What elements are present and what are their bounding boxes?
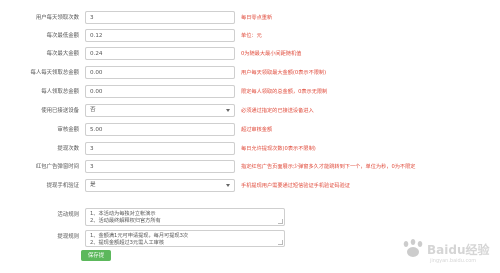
form-row: 每次最大金额 0为随最大最小间距随机值: [0, 47, 500, 61]
value-input[interactable]: [85, 160, 235, 173]
select-dropdown[interactable]: 是: [85, 179, 235, 192]
form-row: 每人每天领取总金额 用户每天领取最大金额(0表示不限制): [0, 66, 500, 80]
baidu-jingyan-watermark-logo: Baidu经验 jingyan.baidu.com: [403, 239, 490, 264]
save-submit-button[interactable]: 保存提交: [81, 250, 111, 270]
select-dropdown[interactable]: 否: [85, 104, 235, 117]
field-hint: 手机提现用户需要通过短信验证手机验证码验证: [241, 183, 350, 189]
resize-grip-icon[interactable]: [278, 219, 283, 224]
field-label: 每人领取总金额: [41, 89, 79, 95]
field-hint: 必须通过指定的已接送设备进入: [241, 108, 314, 114]
form-row: 每人领取总金额 限定每人领取的总金额，0表示无限制: [0, 85, 500, 99]
watermark-text: Baidu经验: [427, 242, 490, 257]
rules-line-2: 2、活动最终解释权归官方所有: [90, 218, 161, 224]
rules-textarea[interactable]: 1、本活动为每独对立帐演示 2、活动最终解释权归官方所有: [85, 208, 285, 226]
form-row: 使用已接送设备 否 必须通过指定的已接送设备进入: [0, 104, 500, 118]
form-row: 每次最低金额 单位：元: [0, 29, 500, 43]
field-label: 审核金额: [57, 127, 79, 133]
rules-row: 活动规则 1、本活动为每独对立帐演示 2、活动最终解释权归官方所有: [0, 208, 500, 226]
field-hint: 单位：元: [241, 33, 262, 39]
withdraw-rules-label: 提现规则: [57, 234, 79, 240]
field-hint: 每日允许提现次数(0表示不限制): [241, 146, 316, 152]
field-label: 每人每天领取总金额: [30, 70, 79, 76]
field-label: 提现次数: [57, 146, 79, 152]
field-hint: 限定每人领取的总金额，0表示无限制: [241, 89, 328, 95]
select-value: 是: [90, 182, 96, 188]
form-row: 红包广告弹窗时间 指定红包广告页面展示少弹窗多久才能跳转到下一个，单位为秒，0为不…: [0, 160, 500, 174]
value-input[interactable]: [85, 29, 235, 42]
field-hint: 每日零点重新: [241, 15, 273, 21]
field-hint: 超过审核金额: [241, 127, 273, 133]
field-hint: 用户每天领取最大金额(0表示不限制): [241, 70, 327, 76]
value-input[interactable]: [85, 85, 235, 98]
withdraw-rules-textarea[interactable]: 1、金额满1元可申请提现，每月可提现3次 2、提现金额超过3元需人工审核: [85, 230, 285, 247]
chevron-down-icon: [226, 109, 230, 112]
field-label: 使用已接送设备: [41, 108, 79, 114]
field-label: 用户每天领取次数: [35, 15, 79, 21]
rules-label: 活动规则: [57, 212, 79, 218]
field-label: 提现手机验证: [46, 183, 79, 189]
form-row: 提现次数 每日允许提现次数(0表示不限制): [0, 142, 500, 156]
field-hint: 0为随最大最小间距随机值: [241, 51, 302, 57]
select-value: 否: [90, 107, 96, 113]
form-row: 用户每天领取次数 每日零点重新: [0, 11, 500, 25]
withdraw-rules-line-1: 1、金额满1元可申请提现，每月可提现3次: [90, 233, 189, 239]
value-input[interactable]: [85, 47, 235, 60]
value-input[interactable]: [85, 66, 235, 79]
rules-line-1: 1、本活动为每独对立帐演示: [90, 211, 156, 217]
form-row: 审核金额 超过审核金额: [0, 123, 500, 137]
chevron-down-icon: [226, 184, 230, 187]
watermark-sub: jingyan.baidu.com: [429, 258, 476, 264]
form-row: 提现手机验证 是 手机提现用户需要通过短信验证手机验证码验证: [0, 179, 500, 193]
value-input[interactable]: [85, 123, 235, 136]
value-input[interactable]: [85, 142, 235, 155]
field-label: 红包广告弹窗时间: [35, 164, 79, 170]
field-hint: 指定红包广告页面展示少弹窗多久才能跳转到下一个，单位为秒，0为不限定: [241, 164, 416, 170]
value-input[interactable]: [85, 11, 235, 24]
field-label: 每次最低金额: [46, 33, 79, 39]
resize-grip-icon[interactable]: [278, 240, 283, 245]
withdraw-rules-line-2: 2、提现金额超过3元需人工审核: [90, 240, 165, 246]
field-label: 每次最大金额: [46, 51, 79, 57]
